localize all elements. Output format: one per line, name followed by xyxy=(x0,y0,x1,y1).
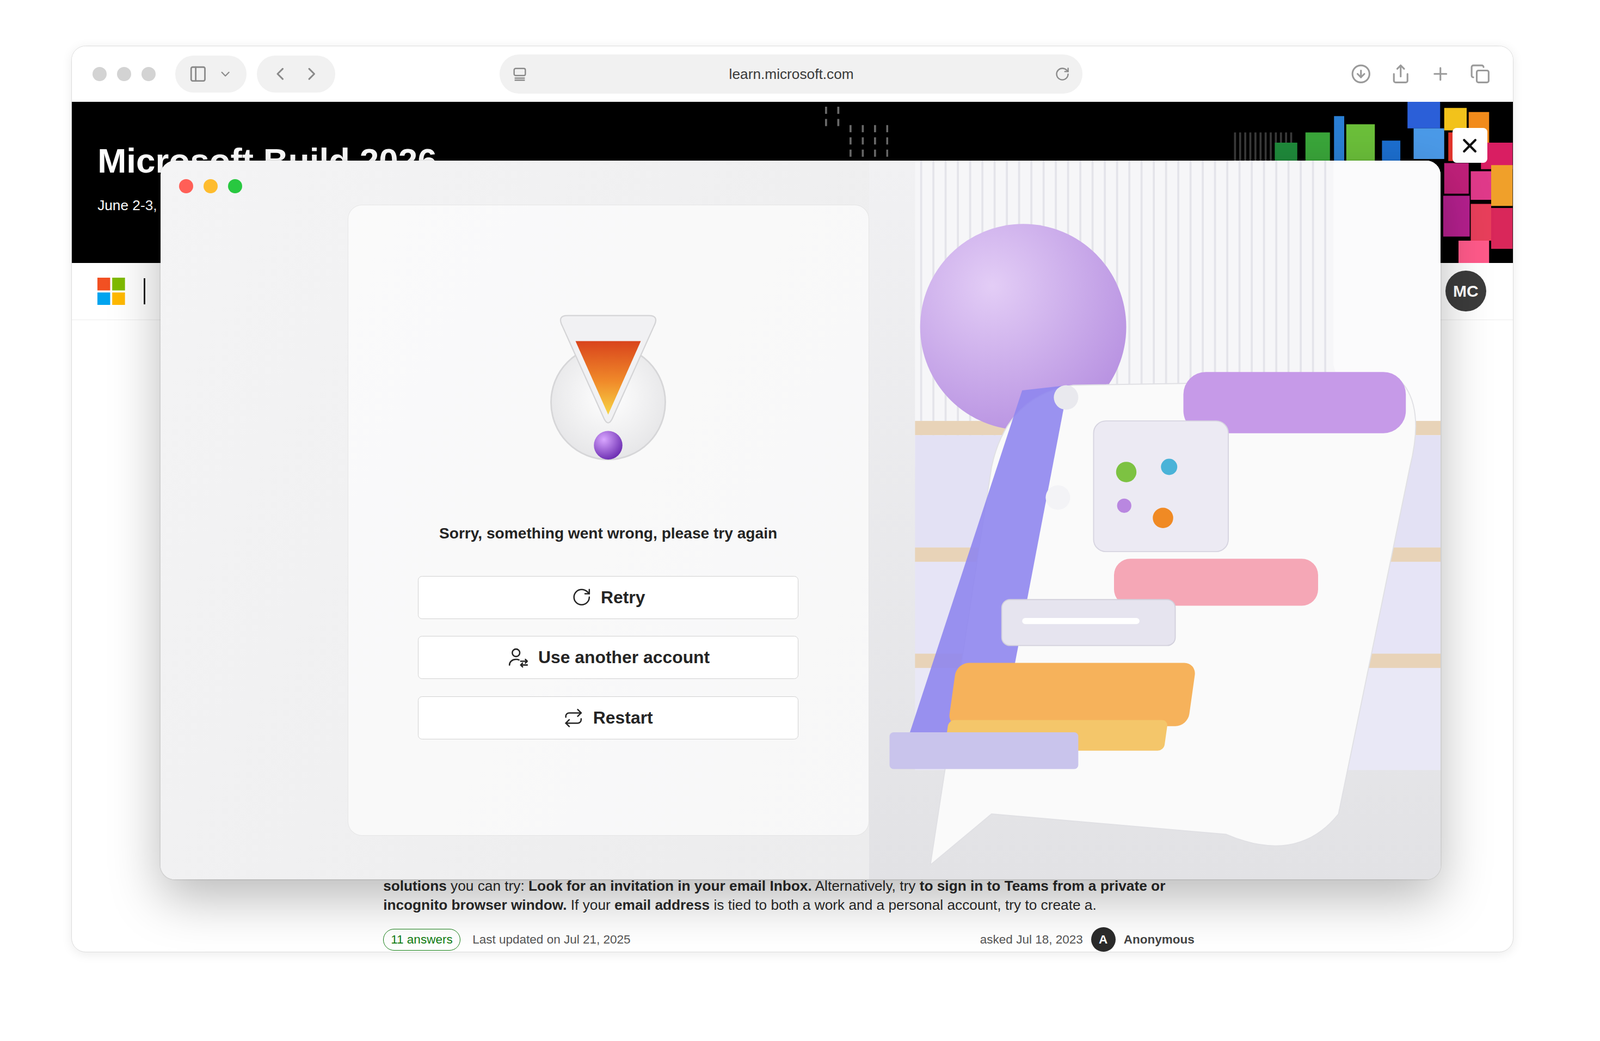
sidebar-toggle[interactable] xyxy=(175,55,247,93)
action-label[interactable]: Restart xyxy=(593,707,654,728)
history-nav xyxy=(256,55,336,93)
illustration-icon xyxy=(869,160,1441,879)
action-button[interactable]: Retry xyxy=(417,575,799,619)
address-bar[interactable]: learn.microsoft.com xyxy=(499,54,1083,94)
dialog-window-control[interactable] xyxy=(179,179,194,194)
excerpt-bold: Look for an invitation in your email Inb… xyxy=(528,877,812,894)
action-label[interactable]: Use another account xyxy=(538,647,710,668)
window-control[interactable] xyxy=(141,66,156,82)
excerpt-text: is tied to both a work and a personal ac… xyxy=(709,896,1097,913)
sidebar-icon[interactable] xyxy=(188,64,208,84)
retry-icon xyxy=(571,586,593,608)
download-icon[interactable] xyxy=(1350,63,1372,85)
excerpt-bold: email address xyxy=(614,896,710,913)
dialog-window-control[interactable] xyxy=(228,179,243,194)
error-actions: Retry Use another account Restart xyxy=(417,575,799,740)
teams-logo-icon xyxy=(546,312,670,466)
toolbar-actions xyxy=(1350,63,1491,85)
share-icon[interactable] xyxy=(1390,63,1412,85)
new-tab-icon[interactable] xyxy=(1430,63,1451,85)
answers-badge[interactable]: 11 answers xyxy=(383,928,461,950)
action-label[interactable]: Retry xyxy=(600,587,645,608)
teams-signin-window: Sorry, something went wrong, please try … xyxy=(160,160,1440,879)
excerpt-text: Alternatively, try xyxy=(811,877,920,894)
window-control[interactable] xyxy=(92,66,107,82)
error-message: Sorry, something went wrong, please try … xyxy=(439,524,778,543)
restart-icon xyxy=(563,707,584,729)
page-menu-icon[interactable] xyxy=(511,65,528,83)
nav-divider xyxy=(143,278,146,305)
dialog-illustration xyxy=(869,160,1441,879)
action-button[interactable]: Restart xyxy=(417,696,799,740)
action-button[interactable]: Use another account xyxy=(417,635,799,679)
asked-info: asked Jul 18, 2023 A Anonymous xyxy=(980,926,1195,952)
excerpt-text: If your xyxy=(566,896,615,913)
question-excerpt[interactable]: solutions you can try: Look for an invit… xyxy=(383,876,1200,915)
forward-icon[interactable] xyxy=(301,63,323,85)
window-controls xyxy=(92,66,156,82)
window-control[interactable] xyxy=(117,66,132,82)
browser-window: learn.microsoft.comMicrosoft Build 2026J… xyxy=(71,45,1513,952)
tabs-icon[interactable] xyxy=(1469,63,1491,85)
last-updated: Last updated on Jul 21, 2025 xyxy=(472,932,631,947)
close-icon[interactable] xyxy=(1458,134,1481,157)
question-meta: 11 answers Last updated on Jul 21, 2025 as… xyxy=(383,926,1195,952)
asked-date: asked Jul 18, 2023 xyxy=(980,932,1083,947)
user-avatar[interactable]: MC xyxy=(1445,270,1487,312)
microsoft-logo-icon[interactable] xyxy=(97,277,126,306)
reload-icon[interactable] xyxy=(1054,66,1070,82)
excerpt-text: you can try: xyxy=(446,877,529,894)
switch-account-icon xyxy=(506,645,529,669)
dialog-window-control[interactable] xyxy=(203,179,218,194)
back-icon[interactable] xyxy=(269,63,291,85)
error-card: Sorry, something went wrong, please try … xyxy=(347,204,870,836)
desktop: learn.microsoft.comMicrosoft Build 2026J… xyxy=(0,0,1600,1040)
banner-dots-icon xyxy=(825,106,889,162)
author-avatar[interactable]: A xyxy=(1091,926,1116,952)
dialog-window-controls xyxy=(179,179,243,194)
excerpt-bold: solutions xyxy=(383,877,447,894)
dialog-left-pane: Sorry, something went wrong, please try … xyxy=(160,160,869,879)
address-text[interactable]: learn.microsoft.com xyxy=(527,65,1055,83)
author-name[interactable]: Anonymous xyxy=(1123,932,1195,947)
chevron-down-icon[interactable] xyxy=(218,66,233,82)
banner-close-button[interactable] xyxy=(1452,127,1488,163)
browser-toolbar: learn.microsoft.com xyxy=(71,46,1513,102)
